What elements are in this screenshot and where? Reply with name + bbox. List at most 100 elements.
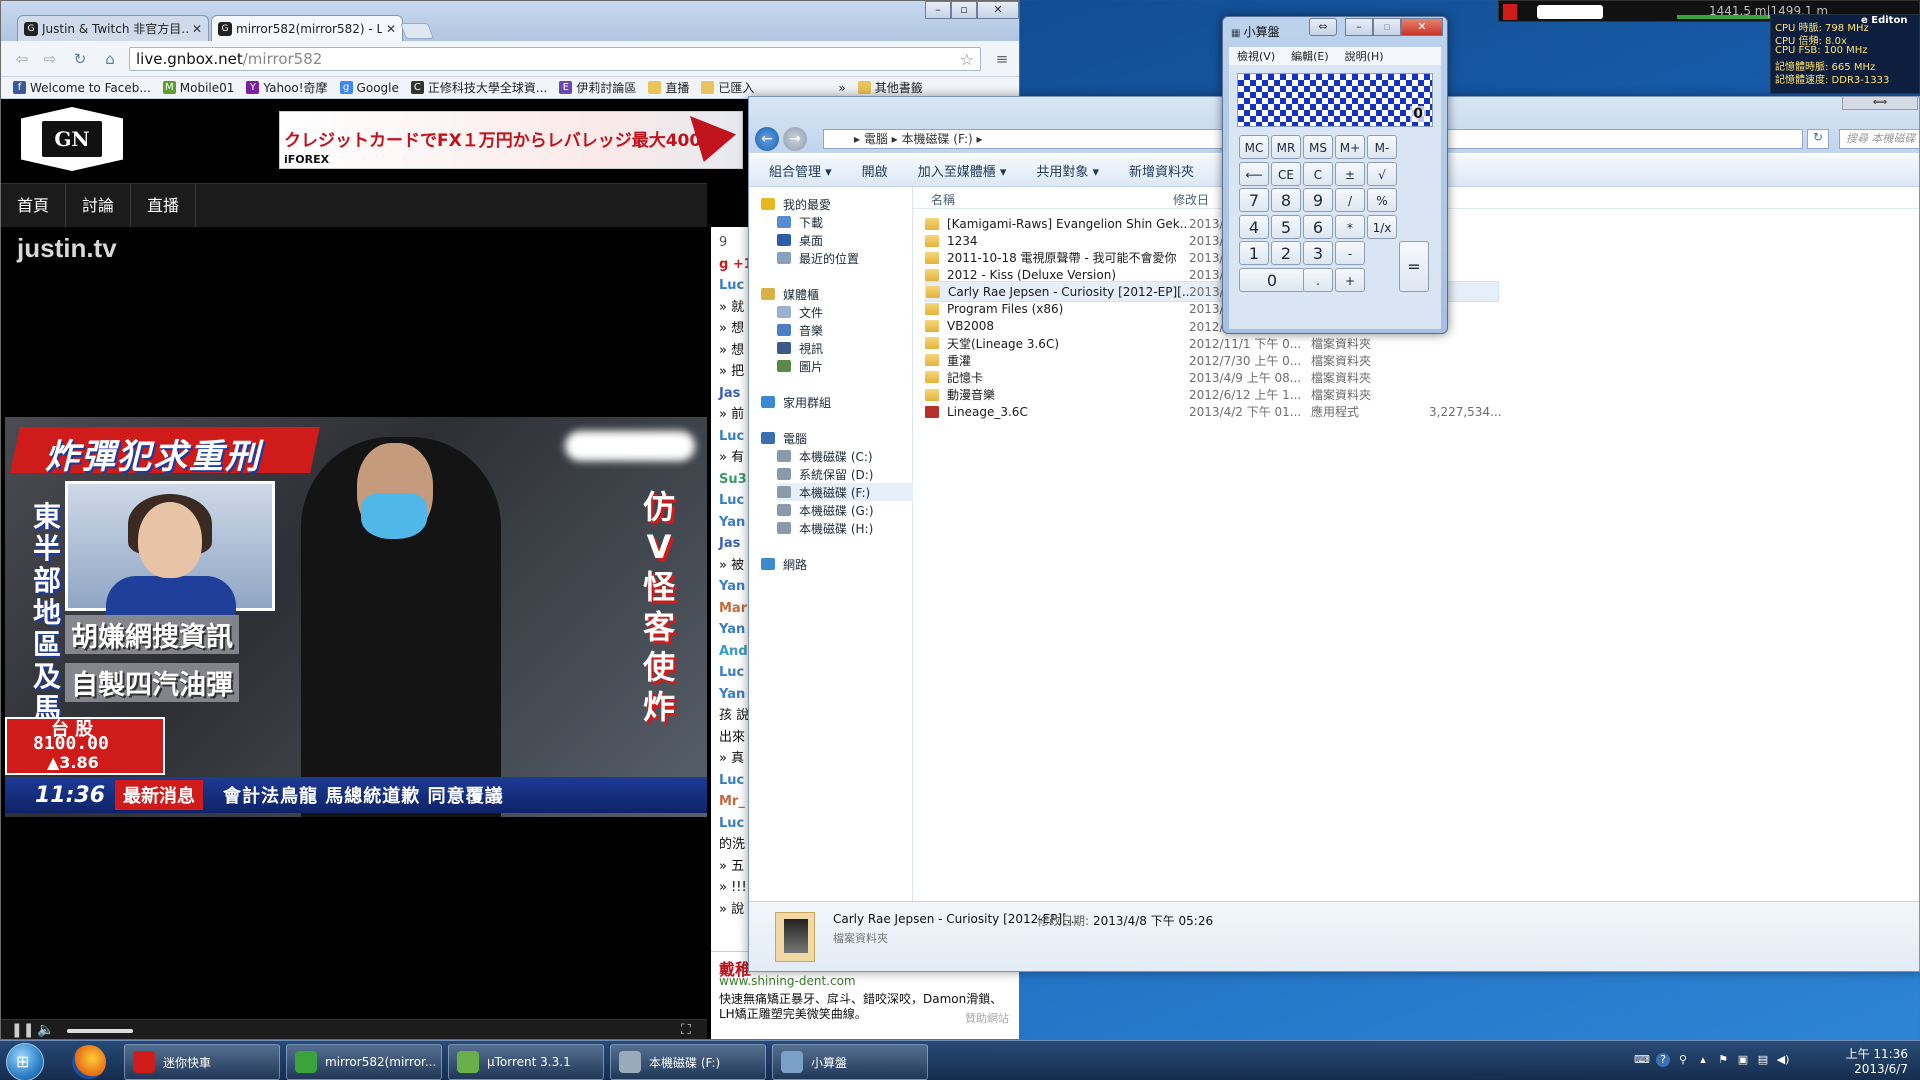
back-icon[interactable]: ← xyxy=(755,127,779,151)
nav-item-3[interactable]: 最近的位置 xyxy=(777,249,859,267)
gn-logo[interactable]: GN xyxy=(21,107,123,171)
new-folder-button[interactable]: 新增資料夾 xyxy=(1129,161,1194,180)
device-icon[interactable]: ⚲ xyxy=(1676,1053,1690,1067)
calc-key[interactable]: CE xyxy=(1271,161,1301,186)
browser-tab-1[interactable]: G Justin & Twitch 非官方目… ✕ xyxy=(17,15,209,41)
forward-icon[interactable]: ⇨ xyxy=(39,49,61,69)
calc-key[interactable]: / xyxy=(1335,188,1365,212)
help-icon[interactable]: ? xyxy=(1656,1053,1670,1067)
flag-icon[interactable]: ⚑ xyxy=(1716,1053,1730,1067)
mode-swap-button[interactable]: ⇔ xyxy=(1309,18,1337,36)
video-player[interactable]: justin.tv 炸彈犯求重刑 東半部地區及馬祖 胡嫌網搜資訊 自製四汽油彈 … xyxy=(1,227,707,1039)
calc-key[interactable]: M- xyxy=(1367,135,1397,159)
start-button[interactable]: ⊞ xyxy=(6,1043,44,1080)
volume-icon[interactable]: 🔈 xyxy=(37,1022,54,1038)
banner-ad[interactable]: クレジットカードでFX１万円からレバレッジ最大400倍 iFOREX xyxy=(279,111,743,169)
column-modified[interactable]: 修改日 xyxy=(1173,191,1209,208)
nav-home[interactable]: 首頁 xyxy=(1,184,67,227)
bookmark-folder-live[interactable]: 直播 xyxy=(648,79,689,96)
ad-url[interactable]: www.shining-dent.com xyxy=(719,974,856,988)
calc-key[interactable]: 5 xyxy=(1271,214,1301,239)
maximize-button[interactable]: ▫ xyxy=(951,1,977,19)
nav-item-1[interactable]: 下載 xyxy=(777,213,823,231)
nav-item-4[interactable]: 媒體櫃 xyxy=(761,285,819,303)
bookmark-star-icon[interactable]: ☆ xyxy=(960,50,974,69)
close-window-button[interactable]: ✕ xyxy=(1401,18,1443,36)
keyboard-icon[interactable]: ⌨ xyxy=(1634,1053,1650,1067)
taskbar-button[interactable]: 小算盤 xyxy=(772,1044,928,1080)
menu-view[interactable]: 檢視(V) xyxy=(1237,48,1275,64)
pause-icon[interactable]: ❚❚ xyxy=(11,1022,34,1038)
calc-key[interactable]: 0 xyxy=(1239,267,1305,292)
menu-icon[interactable]: ≡ xyxy=(991,49,1013,69)
bookmark-google[interactable]: g Google xyxy=(339,81,399,95)
calc-key[interactable]: MS xyxy=(1303,135,1333,159)
open-button[interactable]: 開啟 xyxy=(862,161,888,180)
minimize-button[interactable]: – xyxy=(925,1,951,19)
bookmark-yahoo[interactable]: Y Yahoo!奇摩 xyxy=(246,79,328,96)
explorer-search-input[interactable]: 搜尋 本機磁碟 xyxy=(1839,129,1919,149)
calc-key[interactable]: - xyxy=(1335,241,1365,265)
nav-item-13[interactable]: 本機磁碟 (F:) xyxy=(777,483,915,501)
back-icon[interactable]: ⇦ xyxy=(11,49,33,69)
volume-icon[interactable]: ◀) xyxy=(1776,1053,1790,1067)
calc-key[interactable]: C xyxy=(1303,161,1333,186)
calc-key[interactable]: * xyxy=(1335,214,1365,239)
calc-key[interactable]: 6 xyxy=(1303,214,1333,239)
video-frame[interactable]: 炸彈犯求重刑 東半部地區及馬祖 胡嫌網搜資訊 自製四汽油彈 仿V怪客使炸 台 股… xyxy=(5,417,707,817)
menu-edit[interactable]: 編輯(E) xyxy=(1291,48,1329,64)
nav-item-15[interactable]: 本機磁碟 (H:) xyxy=(777,519,873,537)
calc-key[interactable]: ⟵ xyxy=(1239,161,1269,186)
menu-help[interactable]: 說明(H) xyxy=(1345,48,1384,64)
bookmark-eyny[interactable]: E 伊莉討論區 xyxy=(559,79,636,96)
calc-key[interactable]: √ xyxy=(1367,161,1397,186)
calc-key[interactable]: 3 xyxy=(1303,241,1333,265)
volume-slider[interactable] xyxy=(67,1029,133,1033)
bookmarks-overflow-button[interactable]: » xyxy=(838,81,845,95)
bookmark-csu[interactable]: C 正修科技大學全球資... xyxy=(410,79,547,96)
equals-key[interactable]: = xyxy=(1399,241,1429,292)
nav-item-6[interactable]: 音樂 xyxy=(777,321,823,339)
close-tab-icon[interactable]: ✕ xyxy=(192,22,202,36)
calc-key[interactable]: % xyxy=(1367,188,1397,212)
calc-key[interactable]: MR xyxy=(1271,135,1301,159)
network-icon[interactable]: ▤ xyxy=(1756,1053,1770,1067)
calc-key[interactable]: 8 xyxy=(1271,188,1301,212)
nav-item-5[interactable]: 文件 xyxy=(777,303,823,321)
bookmark-folder-imported[interactable]: 已匯入 xyxy=(701,79,754,96)
bookmark-mobile01[interactable]: M Mobile01 xyxy=(162,81,234,95)
calc-key[interactable]: 4 xyxy=(1239,214,1269,239)
nav-item-8[interactable]: 圖片 xyxy=(777,357,823,375)
column-name[interactable]: 名稱 xyxy=(931,191,955,208)
nav-item-16[interactable]: 網路 xyxy=(761,555,807,573)
bookmark-facebook[interactable]: f Welcome to Faceb... xyxy=(13,81,151,95)
browser-tab-2[interactable]: G mirror582(mirror582) - Li… ✕ xyxy=(211,15,403,41)
nav-item-9[interactable]: 家用群組 xyxy=(761,393,831,411)
reload-icon[interactable]: ↻ xyxy=(69,49,91,69)
calc-key[interactable]: ± xyxy=(1335,161,1365,186)
usb-icon[interactable]: ▣ xyxy=(1736,1053,1750,1067)
nav-item-2[interactable]: 桌面 xyxy=(777,231,823,249)
close-window-button[interactable]: ✕ xyxy=(977,1,1019,19)
nav-item-11[interactable]: 本機磁碟 (C:) xyxy=(777,447,873,465)
taskbar-button[interactable]: µTorrent 3.3.1 xyxy=(448,1044,604,1080)
show-hidden-icon[interactable]: ▴ xyxy=(1696,1053,1710,1067)
add-to-library-button[interactable]: 加入至媒體櫃 ▾ xyxy=(918,161,1007,180)
nav-item-12[interactable]: 系統保留 (D:) xyxy=(777,465,873,483)
file-row[interactable]: Lineage_3.6C 2013/4/2 下午 01... 應用程式 3,227,5… xyxy=(925,401,1505,422)
nav-item-7[interactable]: 視訊 xyxy=(777,339,823,357)
calc-key[interactable]: . xyxy=(1303,267,1333,292)
fullscreen-icon[interactable]: ⛶ xyxy=(681,1022,691,1038)
calc-key[interactable]: 7 xyxy=(1239,188,1269,212)
nav-live[interactable]: 直播 xyxy=(131,184,197,227)
firefox-icon[interactable] xyxy=(72,1045,106,1079)
calc-key[interactable]: MC xyxy=(1239,135,1269,159)
calc-key[interactable]: 9 xyxy=(1303,188,1333,212)
taskbar-button[interactable]: 迷你快車 xyxy=(124,1044,280,1080)
clock-date[interactable]: 2013/6/7 xyxy=(1854,1062,1908,1076)
refresh-icon[interactable]: ↻ xyxy=(1807,129,1829,149)
nav-forum[interactable]: 討論 xyxy=(66,184,132,227)
taskbar-button[interactable]: mirror582(mirror... xyxy=(286,1044,442,1080)
organize-button[interactable]: 組合管理 ▾ xyxy=(769,161,832,180)
share-with-button[interactable]: 共用對象 ▾ xyxy=(1036,161,1099,180)
